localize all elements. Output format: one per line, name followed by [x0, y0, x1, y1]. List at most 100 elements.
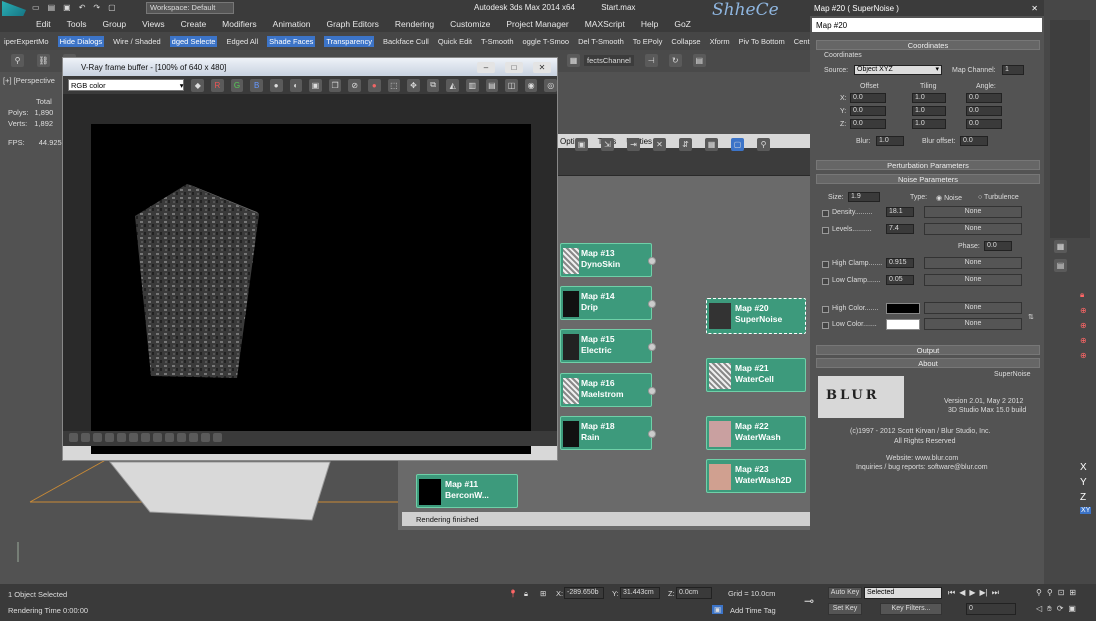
low-clamp-checkbox[interactable]	[822, 278, 829, 285]
ribbon-button[interactable]: Del T-Smooth	[578, 37, 624, 46]
density-field[interactable]: 18.1	[886, 207, 914, 217]
settings-icon[interactable]: ◎	[544, 78, 558, 92]
white-channel-icon[interactable]: ●	[269, 78, 283, 92]
output-port[interactable]	[648, 387, 656, 395]
about-rollout[interactable]: About	[816, 358, 1040, 368]
zoom-extents-icon[interactable]: ⊡	[1058, 588, 1065, 597]
ribbon-button[interactable]: oggle T-Smoo	[523, 37, 570, 46]
node-map-23[interactable]: Map #23 WaterWash2D	[706, 459, 806, 493]
menu-item[interactable]: GoZ	[674, 19, 691, 29]
show-background-icon[interactable]: ▢	[731, 138, 744, 151]
previous-frame-icon[interactable]: ◀	[959, 588, 965, 598]
play-icon[interactable]: ▶	[969, 588, 975, 598]
axis-x-button[interactable]: X	[1080, 462, 1091, 473]
time-tag-icon[interactable]: ▣	[712, 605, 724, 614]
z-coordinate-field[interactable]: 0.0cm	[676, 587, 712, 599]
lut-icon[interactable]: ▥	[466, 78, 479, 92]
orbit-icon[interactable]: ⟳	[1057, 604, 1064, 614]
node-map-22[interactable]: Map #22 WaterWash	[706, 416, 806, 450]
high-clamp-map-button[interactable]: None	[924, 257, 1022, 269]
y-coordinate-field[interactable]: 31.443cm	[620, 587, 660, 599]
compare-icon[interactable]: ◫	[505, 78, 518, 92]
mirror-icon[interactable]: ⊣	[644, 54, 658, 67]
output-port[interactable]	[648, 430, 656, 438]
x-coordinate-field[interactable]: -289.650b	[564, 587, 604, 599]
color-picker-icon[interactable]: ◆	[191, 78, 205, 92]
menu-item[interactable]: Animation	[273, 19, 311, 29]
workspace-dropdown[interactable]: Workspace: Default	[146, 2, 234, 14]
menu-item[interactable]: Create	[181, 19, 207, 29]
pan-icon[interactable]: ✋︎	[1047, 604, 1052, 614]
coordinates-rollout[interactable]: Coordinates	[816, 40, 1040, 50]
zoom-all-icon[interactable]: ⚲	[1047, 588, 1053, 597]
red-channel-button[interactable]: R	[211, 78, 224, 92]
turbulence-radio[interactable]: ○ Turbulence	[978, 194, 1019, 201]
ribbon-button[interactable]: Quick Edit	[438, 37, 472, 46]
effects-icon[interactable]: ▦	[567, 54, 580, 67]
output-rollout[interactable]: Output	[816, 345, 1040, 355]
save-file-icon[interactable]: ▣	[63, 3, 71, 12]
next-frame-icon[interactable]: ▶|	[980, 588, 988, 598]
show-map-icon[interactable]: ▦	[705, 138, 718, 151]
high-clamp-field[interactable]: 0.915	[886, 258, 914, 268]
history-icon[interactable]	[189, 433, 198, 442]
offset-z-field[interactable]: 0.0	[850, 119, 886, 129]
angle-y-field[interactable]: 0.0	[966, 106, 1002, 116]
current-frame-field[interactable]: 0	[966, 603, 1016, 615]
ribbon-button[interactable]: T-Smooth	[481, 37, 514, 46]
axis-z-button[interactable]: Z	[1080, 492, 1091, 503]
tiling-y-field[interactable]: 1.0	[912, 106, 946, 116]
angle-z-field[interactable]: 0.0	[966, 119, 1002, 129]
history-icon[interactable]	[81, 433, 90, 442]
layout-icon[interactable]: ⇵	[679, 138, 692, 151]
low-clamp-field[interactable]: 0.05	[886, 275, 914, 285]
region-render-icon[interactable]: ⬚	[387, 78, 401, 92]
auto-key-button[interactable]: Auto Key	[828, 587, 862, 599]
hold-icon[interactable]: ▢	[108, 3, 116, 12]
snap-icon[interactable]: ⊕	[1080, 321, 1087, 330]
history-icon[interactable]	[69, 433, 78, 442]
history-icon[interactable]	[117, 433, 126, 442]
history-icon[interactable]	[213, 433, 222, 442]
high-clamp-checkbox[interactable]	[822, 261, 829, 268]
maximize-viewport-icon[interactable]: ▣	[1068, 604, 1076, 614]
lock-icon[interactable]: 🔒︎	[524, 589, 528, 599]
tiling-x-field[interactable]: 1.0	[912, 93, 946, 103]
node-map-18[interactable]: Map #18 Rain	[560, 416, 656, 450]
history-icon[interactable]	[105, 433, 114, 442]
panel-close-icon[interactable]: ✕	[1031, 4, 1038, 13]
color-correct-icon[interactable]: ◭	[446, 78, 460, 92]
noise-parameters-rollout[interactable]: Noise Parameters	[816, 174, 1040, 184]
history-icon[interactable]	[201, 433, 210, 442]
low-color-map-button[interactable]: None	[924, 318, 1022, 330]
vfb-close-icon[interactable]: ✕	[533, 61, 551, 73]
node-map-14[interactable]: Map #14 Drip	[560, 286, 656, 320]
blur-offset-field[interactable]: 0.0	[960, 136, 988, 146]
node-map-16[interactable]: Map #16 Maelstrom	[560, 373, 656, 407]
snap-icon[interactable]: ⊕	[1080, 336, 1087, 345]
set-key-button[interactable]: Set Key	[828, 603, 862, 615]
node-map-13[interactable]: Map #13 DynoSkin	[560, 243, 656, 277]
history-icon[interactable]	[141, 433, 150, 442]
green-channel-button[interactable]: G	[230, 78, 244, 92]
menu-item[interactable]: Customize	[450, 19, 490, 29]
delete-icon[interactable]: ✕	[653, 138, 666, 151]
menu-item[interactable]: Views	[142, 19, 165, 29]
move-children-icon[interactable]: ⇲	[601, 138, 614, 151]
offset-y-field[interactable]: 0.0	[850, 106, 886, 116]
effects-channel-label[interactable]: fectsChannel	[584, 55, 634, 66]
stop-render-icon[interactable]: ●	[367, 78, 381, 92]
selection-lock-icon[interactable]: 📍︎	[508, 589, 518, 598]
ribbon-button[interactable]: Hide Dialogs	[57, 35, 105, 47]
high-color-swatch[interactable]	[886, 303, 920, 314]
refresh-icon[interactable]: ↻	[668, 54, 682, 67]
tool-icon[interactable]: ▦	[1054, 240, 1067, 253]
ribbon-button[interactable]: Transparency	[324, 35, 374, 47]
output-port[interactable]	[648, 300, 656, 308]
link-icon[interactable]: ⚲	[11, 54, 24, 67]
duplicate-icon[interactable]: ❐	[328, 78, 342, 92]
key-mode-dropdown[interactable]: Selected	[864, 587, 942, 599]
channel-select[interactable]: RGB color ▾	[68, 79, 185, 91]
viewport-label[interactable]: [+] [Perspective	[3, 76, 55, 85]
menu-item[interactable]: MAXScript	[585, 19, 625, 29]
